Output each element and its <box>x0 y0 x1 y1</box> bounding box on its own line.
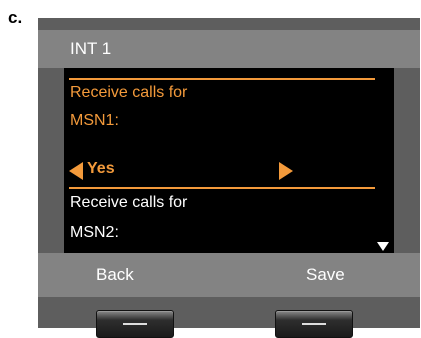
back-softkey-label[interactable]: Back <box>96 265 134 285</box>
right-softkey-button[interactable] <box>275 310 353 338</box>
selection-bottom-line <box>69 187 375 189</box>
selection-top-line <box>69 78 375 80</box>
option2-line1[interactable]: Receive calls for <box>70 194 187 212</box>
minus-icon <box>123 323 147 325</box>
selected-value: Yes <box>87 160 115 177</box>
minus-icon <box>302 323 326 325</box>
option2-line2[interactable]: MSN2: <box>70 224 119 242</box>
left-softkey-button[interactable] <box>96 310 174 338</box>
arrow-left-icon[interactable] <box>69 162 83 180</box>
option1-line2: MSN1: <box>70 112 119 129</box>
scroll-down-icon <box>377 242 389 251</box>
header-bar: INT 1 <box>38 30 420 68</box>
figure-label: c. <box>8 8 23 27</box>
phone-display: INT 1 Receive calls for MSN1: Yes Receiv… <box>38 18 420 338</box>
option1-line1: Receive calls for <box>70 84 188 101</box>
menu-screen: Receive calls for MSN1: Yes Receive call… <box>64 68 394 253</box>
softkey-bar: Back Save <box>38 253 420 297</box>
value-selector[interactable]: Yes <box>69 160 375 182</box>
header-title: INT 1 <box>70 39 112 58</box>
arrow-right-icon[interactable] <box>279 162 293 180</box>
save-softkey-label[interactable]: Save <box>306 265 345 285</box>
